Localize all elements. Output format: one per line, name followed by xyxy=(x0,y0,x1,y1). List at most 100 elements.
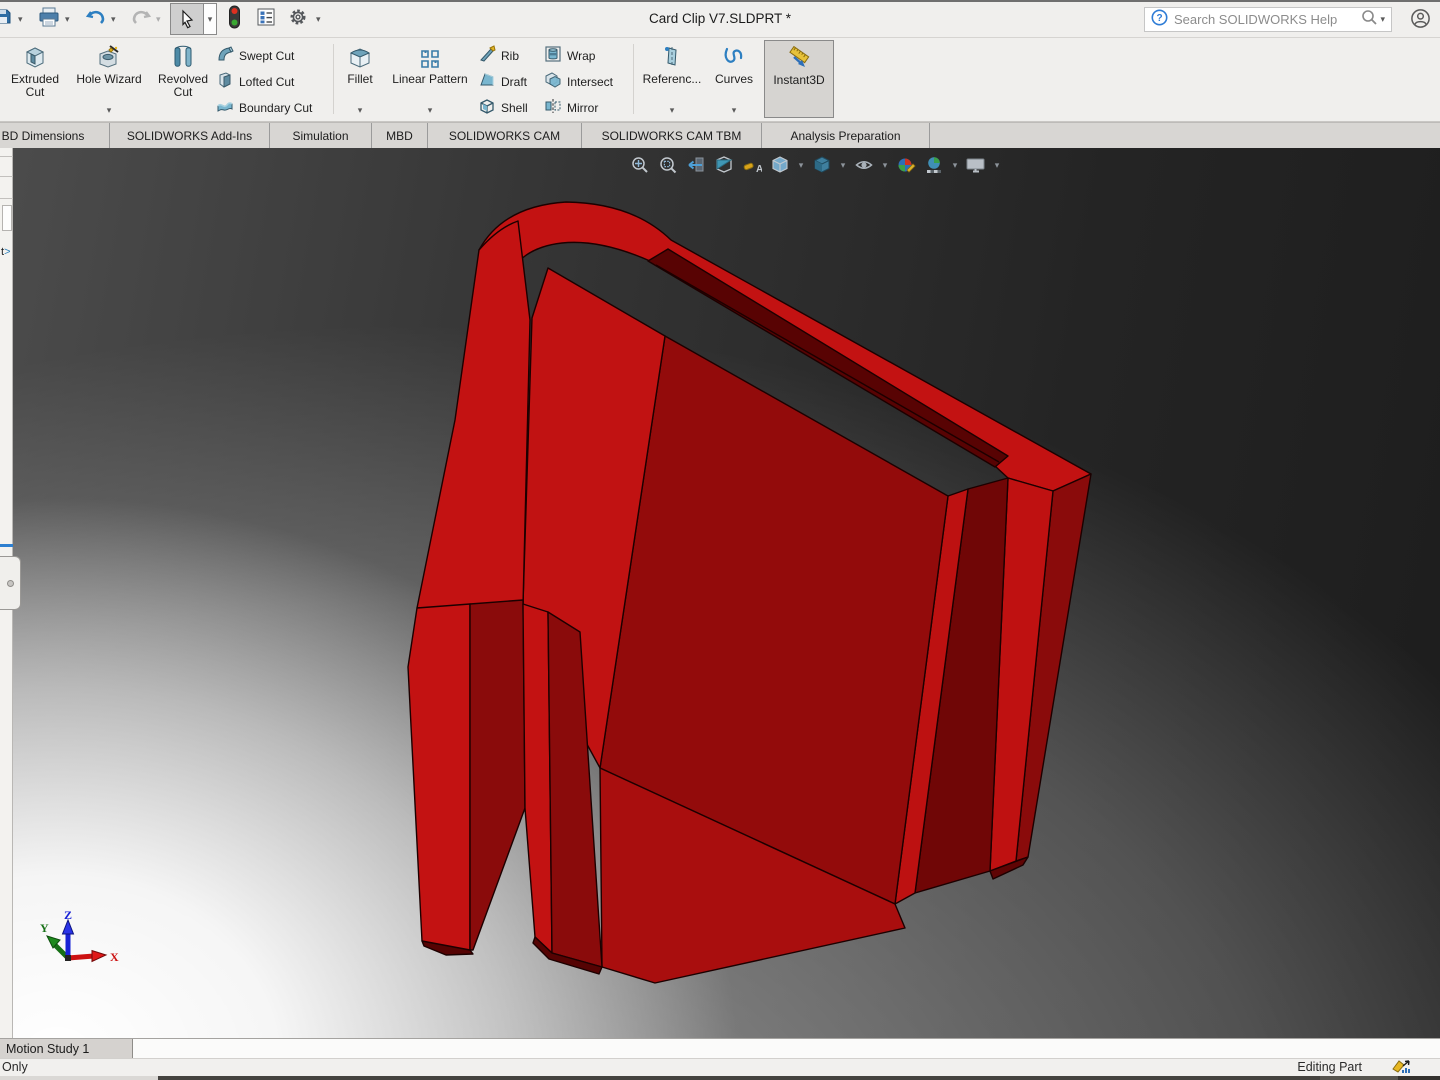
bottom-edge-strip xyxy=(0,1076,1440,1080)
tab-simulation[interactable]: Simulation xyxy=(270,123,372,149)
tab-label: Analysis Preparation xyxy=(790,129,900,143)
section-view-icon[interactable] xyxy=(712,153,736,177)
tab-solidworks-cam[interactable]: SOLIDWORKS CAM xyxy=(428,123,582,149)
tab-motion-study-1[interactable]: Motion Study 1 xyxy=(0,1039,133,1059)
model-face-prong1-side xyxy=(470,600,525,950)
tab-solidworks-cam-tbm[interactable]: SOLIDWORKS CAM TBM xyxy=(582,123,762,149)
svg-text:A: A xyxy=(756,164,762,175)
caret-down-icon: ▾ xyxy=(358,106,363,118)
ribbon-label: Curves xyxy=(715,73,753,86)
ribbon-button-hole-wizard[interactable]: Hole Wizard ▾ xyxy=(66,40,152,118)
view-orientation-dropdown[interactable]: ▾ xyxy=(796,160,806,171)
tab-label: BD Dimensions xyxy=(2,129,85,143)
tab-label: Simulation xyxy=(292,129,348,143)
caret-down-icon: ▾ xyxy=(428,106,433,118)
ribbon-label: Revolved Cut xyxy=(152,73,214,99)
hole-wizard-icon xyxy=(96,40,122,70)
edit-appearance-icon[interactable] xyxy=(894,153,918,177)
ribbon-button-wrap[interactable]: Wrap xyxy=(544,44,595,68)
search-scope-dropdown[interactable]: ▾ xyxy=(1380,15,1385,24)
lofted-cut-icon xyxy=(216,71,234,94)
ribbon-button-rib[interactable]: Rib xyxy=(478,44,519,68)
ribbon-label: Boundary Cut xyxy=(239,101,312,115)
previous-view-icon[interactable] xyxy=(684,153,708,177)
ribbon-button-instant3d[interactable]: Instant3D xyxy=(764,40,834,118)
help-icon: ? xyxy=(1151,9,1168,31)
extruded-cut-icon xyxy=(22,40,48,70)
tab-label: MBD xyxy=(386,129,413,143)
ribbon-label: Rib xyxy=(501,49,519,63)
ribbon-button-shell[interactable]: Shell xyxy=(478,96,528,120)
tab-bd-dimensions[interactable]: BD Dimensions xyxy=(0,123,110,149)
ribbon-label: Extruded Cut xyxy=(4,73,66,99)
caret-down-icon: ▾ xyxy=(732,106,737,118)
wrap-icon xyxy=(544,45,562,68)
view-orientation-icon[interactable] xyxy=(768,153,792,177)
help-search-box[interactable]: ? ▾ xyxy=(1144,7,1392,32)
tab-label: SOLIDWORKS Add-Ins xyxy=(127,129,252,143)
view-settings-icon[interactable] xyxy=(964,153,988,177)
ribbon-button-revolved-cut[interactable]: Revolved Cut xyxy=(152,40,214,118)
zoom-to-area-icon[interactable] xyxy=(656,153,680,177)
commandmanager-tab-bar: BD Dimensions SOLIDWORKS Add-Ins Simulat… xyxy=(0,122,1440,148)
ribbon-label: Fillet xyxy=(347,73,372,86)
status-bar: Only Editing Part xyxy=(0,1058,1440,1076)
mirror-icon xyxy=(544,97,562,120)
hide-show-items-dropdown[interactable]: ▾ xyxy=(880,160,890,171)
ribbon-button-extruded-cut[interactable]: Extruded Cut xyxy=(4,40,66,118)
ribbon-button-swept-cut[interactable]: Swept Cut xyxy=(216,44,294,68)
ribbon-label: Instant3D xyxy=(773,74,824,87)
triad-z-label: Z xyxy=(64,910,72,922)
apply-scene-icon[interactable] xyxy=(922,153,946,177)
motion-study-bar: Motion Study 1 xyxy=(0,1038,1440,1058)
ribbon-label: Wrap xyxy=(567,49,595,63)
window-top-edge xyxy=(0,0,1440,2)
ribbon-button-boundary-cut[interactable]: Boundary Cut xyxy=(216,96,312,120)
intersect-icon xyxy=(544,71,562,94)
ribbon-button-intersect[interactable]: Intersect xyxy=(544,70,613,94)
curves-icon xyxy=(721,40,747,70)
caret-down-icon: ▾ xyxy=(670,106,675,118)
annotation-views-icon[interactable]: A xyxy=(740,153,764,177)
account-button[interactable] xyxy=(1410,8,1431,34)
panel-splitter-handle[interactable] xyxy=(0,556,21,610)
tab-label: Motion Study 1 xyxy=(6,1042,89,1056)
tab-solidworks-add-ins[interactable]: SOLIDWORKS Add-Ins xyxy=(110,123,270,149)
ribbon-label: Hole Wizard xyxy=(76,73,141,86)
display-style-dropdown[interactable]: ▾ xyxy=(838,160,848,171)
viewport-3d[interactable]: A ▾ ▾ ▾ ▾ ▾ t> xyxy=(0,148,1440,1038)
ribbon-label: Shell xyxy=(501,101,528,115)
ribbon-button-curves[interactable]: Curves ▾ xyxy=(708,40,760,118)
rib-icon xyxy=(478,45,496,68)
zoom-to-fit-icon[interactable] xyxy=(628,153,652,177)
apply-scene-dropdown[interactable]: ▾ xyxy=(950,160,960,171)
featuremanager-box-fragment xyxy=(2,205,12,231)
triad-x-label: X xyxy=(110,950,119,964)
swept-cut-icon xyxy=(216,45,234,68)
ribbon-label: Lofted Cut xyxy=(239,75,294,89)
ribbon-button-fillet[interactable]: Fillet ▾ xyxy=(337,40,383,118)
triad-y-label: Y xyxy=(40,921,49,935)
ribbon-button-lofted-cut[interactable]: Lofted Cut xyxy=(216,70,294,94)
features-ribbon: Extruded Cut Hole Wizard ▾ Revolved Cut … xyxy=(0,38,1440,122)
ribbon-button-mirror[interactable]: Mirror xyxy=(544,96,598,120)
caret-down-icon: ▾ xyxy=(107,106,112,118)
display-style-icon[interactable] xyxy=(810,153,834,177)
ribbon-button-reference-geometry[interactable]: Referenc... ▾ xyxy=(638,40,706,118)
model-face-curl-front xyxy=(417,221,530,608)
search-input[interactable] xyxy=(1174,12,1359,27)
heads-up-view-toolbar: A ▾ ▾ ▾ ▾ ▾ xyxy=(628,152,1002,178)
hide-show-items-icon[interactable] xyxy=(852,153,876,177)
account-icon xyxy=(1410,8,1431,34)
ribbon-button-draft[interactable]: Draft xyxy=(478,70,527,94)
tab-analysis-preparation[interactable]: Analysis Preparation xyxy=(762,123,930,149)
search-magnifier-icon[interactable] xyxy=(1361,9,1378,31)
coordinate-triad: Y Z X xyxy=(30,910,126,984)
draft-icon xyxy=(478,71,496,94)
view-settings-dropdown[interactable]: ▾ xyxy=(992,160,1002,171)
ribbon-button-linear-pattern[interactable]: Linear Pattern ▾ xyxy=(385,40,475,118)
ribbon-label: Intersect xyxy=(567,75,613,89)
tab-mbd[interactable]: MBD xyxy=(372,123,428,149)
status-message: Only xyxy=(2,1060,28,1074)
instant3d-icon xyxy=(786,41,812,71)
